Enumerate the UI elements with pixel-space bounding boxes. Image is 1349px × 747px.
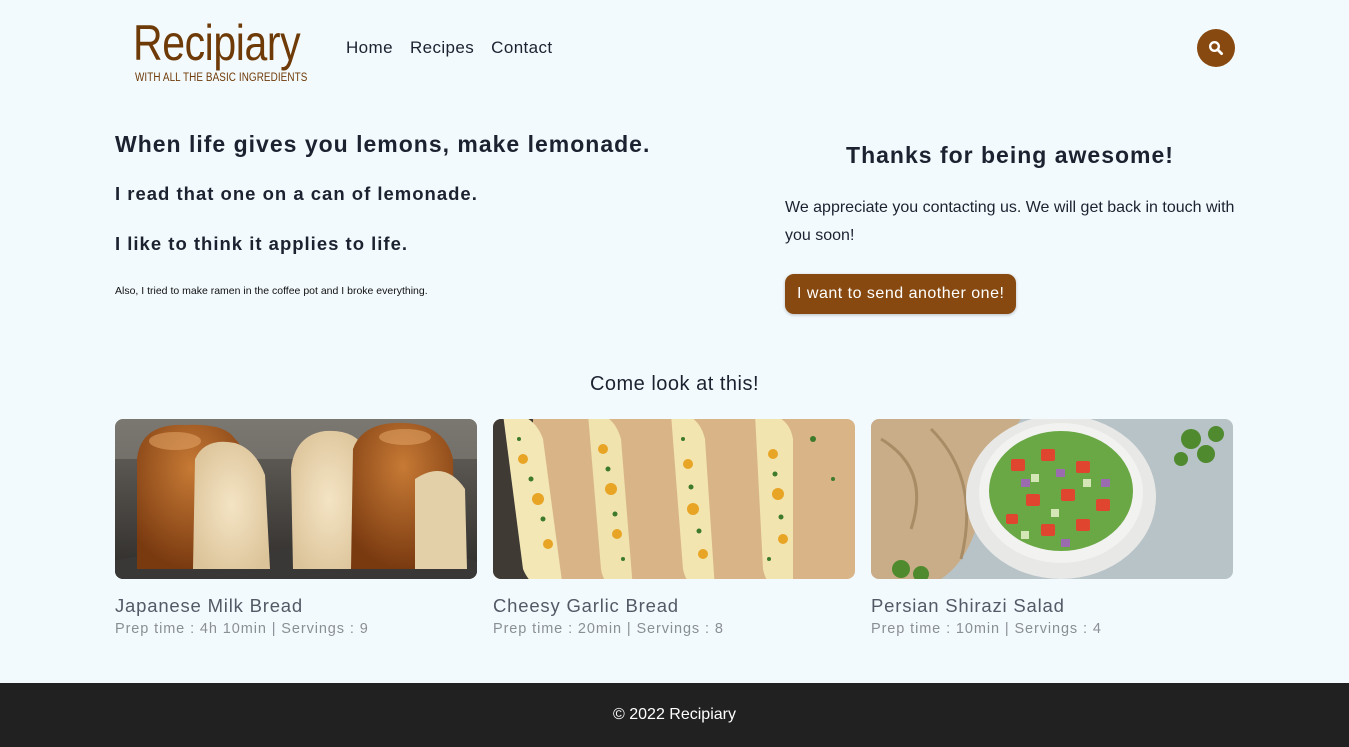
send-another-button[interactable]: I want to send another one! — [785, 274, 1017, 314]
recipe-card-meta: Prep time : 4h 10min | Servings : 9 — [115, 621, 369, 637]
garlic-bread-photo[interactable] — [493, 419, 855, 579]
site-header: Recipiary WITH ALL THE BASIC INGREDIENTS… — [0, 0, 1349, 100]
quote-line-2: I read that one on a can of lemonade. — [115, 183, 478, 204]
shirazi-salad-photo[interactable] — [871, 419, 1233, 579]
quote-block: When life gives you lemons, make lemonad… — [115, 130, 735, 298]
recipe-card[interactable]: Persian Shirazi Salad Prep time : 10min … — [871, 419, 1233, 638]
quote-line-3: I like to think it applies to life. — [115, 233, 409, 254]
footer-copyright: © 2022 Recipiary — [613, 706, 736, 723]
site-logo[interactable]: Recipiary WITH ALL THE BASIC INGREDIENTS — [133, 14, 313, 85]
search-icon — [1208, 40, 1224, 56]
recipe-card-title[interactable]: Japanese Milk Bread — [115, 595, 477, 617]
quote-heading: When life gives you lemons, make lemonad… — [115, 131, 651, 157]
main-nav: Home Recipes Contact — [346, 38, 553, 58]
recipe-card-list: Japanese Milk Bread Prep time : 4h 10min… — [115, 419, 1233, 638]
nav-link-recipes[interactable]: Recipes — [410, 38, 474, 58]
recipe-card-title[interactable]: Cheesy Garlic Bread — [493, 595, 855, 617]
search-button[interactable] — [1197, 29, 1235, 67]
site-footer: © 2022 Recipiary — [0, 683, 1349, 747]
logo-tagline: WITH ALL THE BASIC INGREDIENTS — [135, 72, 308, 84]
thanks-message: We appreciate you contacting us. We will… — [785, 199, 1235, 244]
recipe-card-meta: Prep time : 10min | Servings : 4 — [871, 621, 1102, 637]
recipe-card-meta: Prep time : 20min | Servings : 8 — [493, 621, 724, 637]
milk-bread-photo[interactable] — [115, 419, 477, 579]
recipe-card[interactable]: Japanese Milk Bread Prep time : 4h 10min… — [115, 419, 477, 638]
quote-footnote: Also, I tried to make ramen in the coffe… — [115, 285, 428, 297]
thanks-panel: Thanks for being awesome! We appreciate … — [785, 140, 1235, 314]
thanks-title: Thanks for being awesome! — [846, 142, 1174, 168]
recipe-card-title[interactable]: Persian Shirazi Salad — [871, 595, 1233, 617]
recipe-card[interactable]: Cheesy Garlic Bread Prep time : 20min | … — [493, 419, 855, 638]
nav-link-home[interactable]: Home — [346, 38, 393, 58]
logo-title: Recipiary — [133, 15, 301, 71]
nav-link-contact[interactable]: Contact — [491, 38, 552, 58]
featured-section-title: Come look at this! — [589, 373, 760, 395]
